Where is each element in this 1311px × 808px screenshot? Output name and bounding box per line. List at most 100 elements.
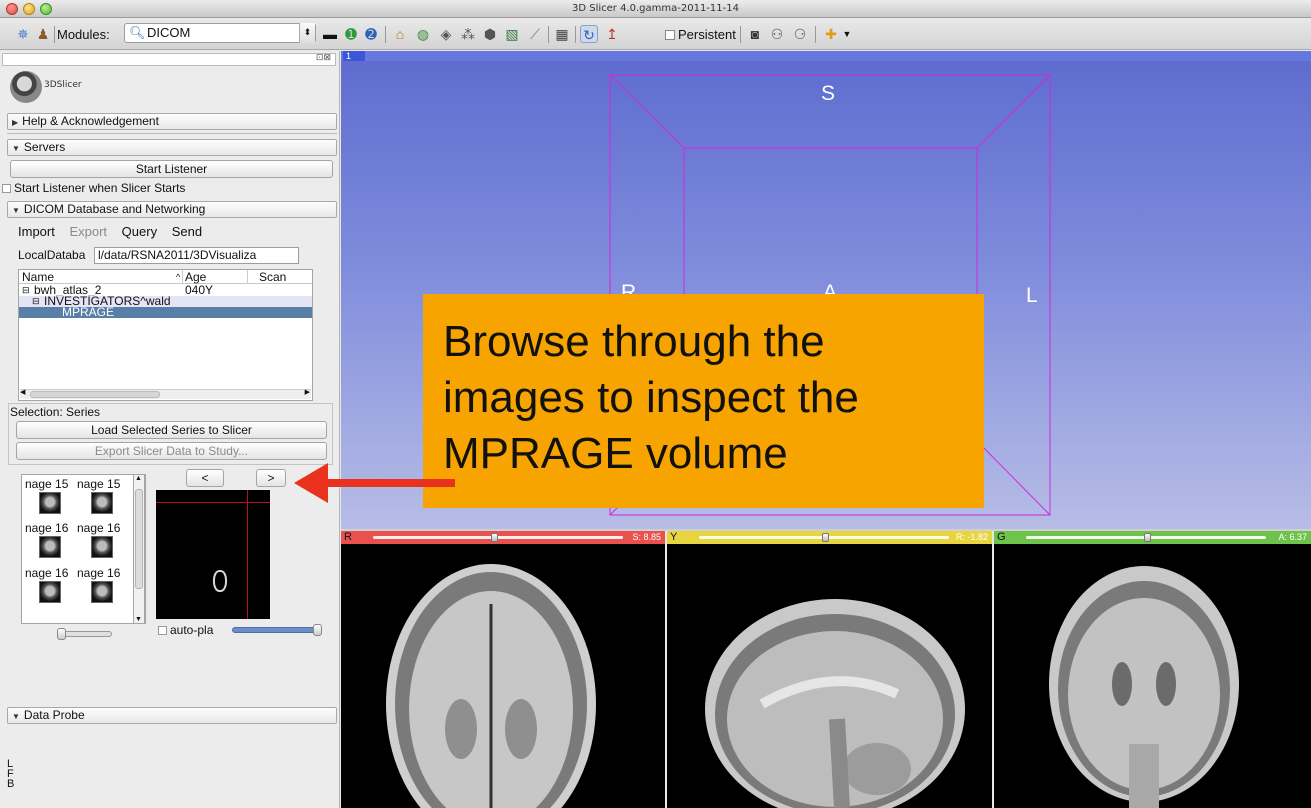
scroll-down-icon[interactable]: ▼: [135, 616, 142, 623]
window-titlebar: 3D Slicer 4.0.gamma-2011-11-14: [0, 0, 1311, 18]
scroll-left-icon[interactable]: ◀: [20, 388, 25, 396]
start-listener-option[interactable]: Start Listener when Slicer Starts: [2, 181, 185, 195]
selection-label: Selection: Series: [10, 405, 101, 419]
yellow-slice-view[interactable]: Y R: -1.82: [667, 531, 992, 808]
chevron-down-icon[interactable]: ▼: [838, 25, 856, 43]
logo-text: 3DSlicer: [44, 80, 82, 90]
panel-float-close-icons[interactable]: ⊡⊠: [316, 52, 331, 63]
thumbnail-size-slider[interactable]: [57, 628, 112, 640]
home-icon[interactable]: ⌂: [391, 25, 409, 43]
expand-minus-icon[interactable]: ⊟: [22, 285, 30, 296]
import-tab[interactable]: Import: [18, 224, 55, 239]
thumbnail-image: [39, 581, 61, 603]
help-section-header[interactable]: ▶ Help & Acknowledgement: [7, 113, 337, 130]
next-image-button[interactable]: >: [256, 469, 286, 487]
slicer-logo: [10, 71, 42, 103]
send-tab[interactable]: Send: [172, 224, 202, 239]
close-window-button[interactable]: [6, 3, 18, 15]
green-slice-view[interactable]: G A: 6.37: [994, 531, 1311, 808]
slider-knob[interactable]: [491, 533, 498, 542]
expand-minus-icon[interactable]: ⊟: [32, 296, 40, 307]
module-select[interactable]: 🔍︎ DICOM ⬍: [124, 23, 316, 43]
sort-icon: ^: [176, 272, 181, 282]
scrollbar-thumb[interactable]: [30, 391, 160, 398]
thumbnail-caption: nage 16: [25, 521, 69, 535]
slider-knob[interactable]: [57, 628, 66, 640]
local-database-path-input[interactable]: l/data/RSNA2011/3DVisualiza: [94, 247, 299, 264]
export-tab[interactable]: Export: [69, 224, 107, 239]
crosshair-icon[interactable]: ⚇: [768, 25, 786, 43]
scrollbar-thumb[interactable]: [135, 489, 143, 589]
yellow-slice-controller: Y R: -1.82: [667, 531, 992, 544]
window-level-icon[interactable]: ⚆: [791, 25, 809, 43]
autoplay-option[interactable]: auto-pla: [158, 623, 213, 637]
zoom-window-button[interactable]: [40, 3, 52, 15]
query-tab[interactable]: Query: [122, 224, 157, 239]
annotation-icon[interactable]: ⟋: [526, 25, 544, 43]
thumbnail-image: [39, 536, 61, 558]
column-name-header[interactable]: Name: [22, 270, 54, 284]
dicom-section-header[interactable]: ▼ DICOM Database and Networking: [7, 201, 337, 218]
transforms-icon[interactable]: ▧: [503, 25, 521, 43]
red-slice-view[interactable]: R S: 8.85: [341, 531, 665, 808]
slider-knob[interactable]: [1144, 533, 1151, 542]
export-data-button[interactable]: Export Slicer Data to Study...: [16, 442, 327, 460]
coronal-brain-image: [1049, 566, 1239, 808]
models-icon[interactable]: ⁂: [459, 25, 477, 43]
autoplay-speed-slider[interactable]: [232, 624, 322, 636]
column-age-header[interactable]: Age: [185, 270, 206, 284]
thumbnail-item[interactable]: nage 15: [25, 477, 75, 517]
thumbnail-caption: nage 16: [25, 566, 69, 580]
load-data-icon[interactable]: ♟: [34, 25, 52, 43]
tree-horizontal-scrollbar[interactable]: ◀ ▶: [20, 389, 311, 399]
orientation-left-label: L: [1026, 284, 1038, 307]
start-listener-checkbox-label: Start Listener when Slicer Starts: [14, 181, 186, 195]
module-history-icon[interactable]: ▬: [321, 25, 339, 43]
slider-knob[interactable]: [313, 624, 322, 636]
instruction-callout: Browse through the images to inspect the…: [423, 294, 984, 508]
rotate-mode-icon[interactable]: ↻: [580, 25, 598, 43]
module-finder-icon[interactable]: ✵: [14, 25, 32, 43]
place-fiducial-icon[interactable]: ↥: [603, 25, 621, 43]
dicom-tree[interactable]: Name ^ Age Scan ⊟ bwh_atlas_2 040Y ⊟ INV…: [18, 269, 313, 401]
green-slice-offset: A: 6.37: [1278, 532, 1307, 542]
load-series-button[interactable]: Load Selected Series to Slicer: [16, 421, 327, 439]
thumbnail-item[interactable]: nage 16: [77, 566, 127, 606]
thumbnail-list[interactable]: nage 15 nage 15 nage 16 nage 16 nage 16 …: [21, 474, 146, 624]
slider-knob[interactable]: [822, 533, 829, 542]
thumbnail-item[interactable]: nage 16: [77, 521, 127, 561]
callout-arrow-icon: [294, 463, 455, 503]
persistent-checkbox[interactable]: [665, 30, 675, 40]
previous-image-button[interactable]: <: [186, 469, 224, 487]
start-listener-checkbox[interactable]: [2, 184, 11, 193]
red-slice-slider[interactable]: [373, 536, 623, 539]
thumbnail-image: [91, 536, 113, 558]
autoplay-checkbox[interactable]: [158, 626, 167, 635]
volumes-icon[interactable]: ◈: [437, 25, 455, 43]
thumbnail-item[interactable]: nage 16: [25, 566, 75, 606]
persistent-label: Persistent: [678, 27, 736, 42]
thumbnail-item[interactable]: nage 15: [77, 477, 127, 517]
thumbnail-caption: nage 15: [25, 477, 69, 491]
forward-icon[interactable]: ➋: [362, 25, 380, 43]
editor-icon[interactable]: ⬢: [481, 25, 499, 43]
expand-arrow-icon: ▶: [12, 118, 19, 127]
servers-section-header[interactable]: ▼ Servers: [7, 139, 337, 156]
column-scan-header[interactable]: Scan: [259, 270, 286, 284]
data-module-icon[interactable]: ◍: [414, 25, 432, 43]
thumbnail-scrollbar[interactable]: ▲ ▼: [133, 474, 145, 624]
minimize-window-button[interactable]: [23, 3, 35, 15]
back-icon[interactable]: ➊: [342, 25, 360, 43]
scroll-up-icon[interactable]: ▲: [135, 475, 142, 482]
local-database-label: LocalDataba: [18, 248, 86, 262]
scroll-right-icon[interactable]: ▶: [305, 388, 310, 396]
data-probe-section-header[interactable]: ▼ Data Probe: [7, 707, 337, 724]
layout-icon[interactable]: ▦: [553, 25, 571, 43]
tree-row-series-selected[interactable]: MPRAGE: [19, 306, 312, 318]
start-listener-button[interactable]: Start Listener: [10, 160, 333, 178]
thumbnail-caption: nage 15: [77, 477, 121, 491]
thumbnail-item[interactable]: nage 16: [25, 521, 75, 561]
yellow-slice-offset: R: -1.82: [955, 532, 988, 542]
screenshot-icon[interactable]: ◙: [746, 25, 764, 43]
persistent-toggle[interactable]: Persistent: [665, 27, 736, 42]
